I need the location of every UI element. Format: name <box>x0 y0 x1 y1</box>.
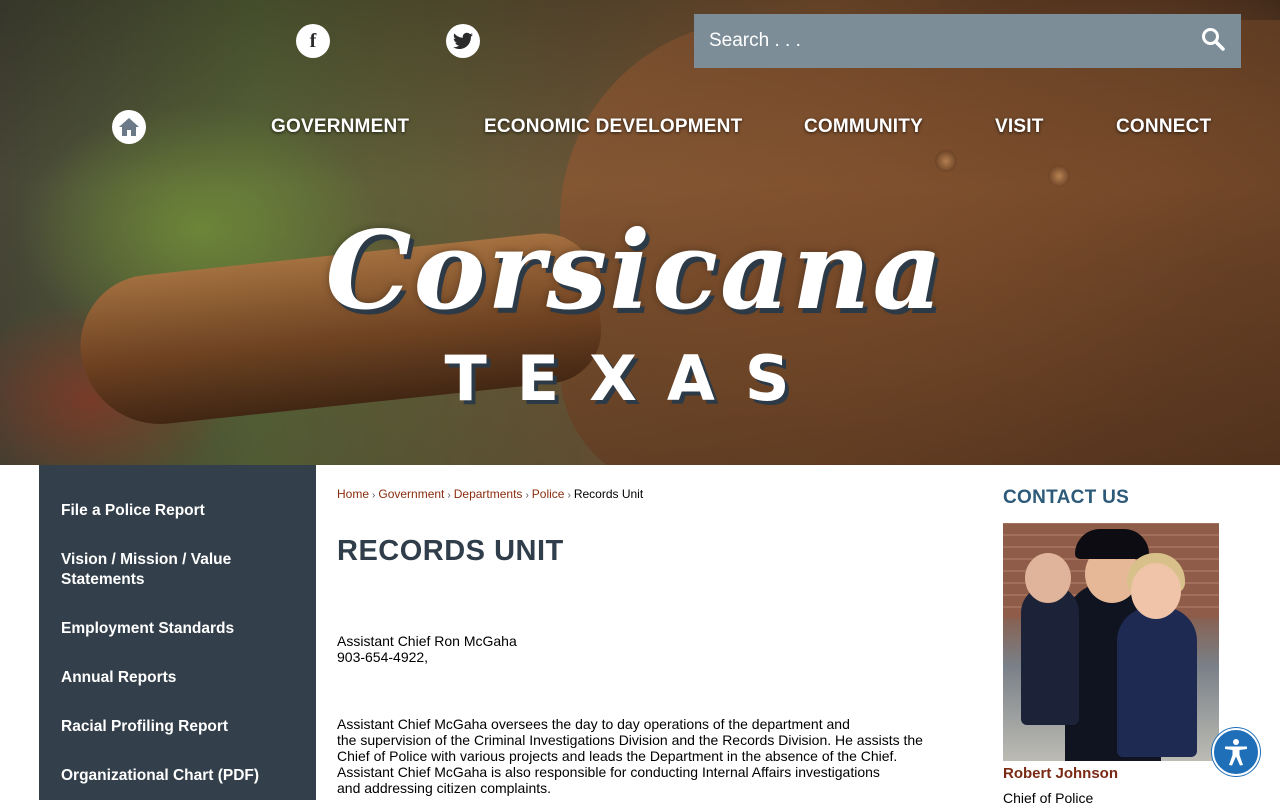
contact-role: Chief of Police <box>1003 790 1094 806</box>
breadcrumb-home[interactable]: Home <box>337 487 369 501</box>
breadcrumb-separator: › <box>567 490 571 501</box>
staff-phone: 903-654-4922, <box>337 649 429 665</box>
facebook-icon: f <box>309 29 317 52</box>
breadcrumb-departments[interactable]: Departments <box>454 487 523 501</box>
body-line: Assistant Chief McGaha oversees the day … <box>337 716 850 732</box>
accessibility-icon <box>1225 739 1247 766</box>
hero-banner: f GOVERNMENT ECONOMIC DEVELOPMENT COMMUN… <box>0 0 1280 465</box>
main-nav: GOVERNMENT ECONOMIC DEVELOPMENT COMMUNIT… <box>0 110 1280 146</box>
sidebar-item-vision-mission[interactable]: Vision / Mission / Value Statements <box>61 550 261 590</box>
sidebar-item-employment-standards[interactable]: Employment Standards <box>61 619 301 639</box>
breadcrumb-current: Records Unit <box>573 487 644 501</box>
logo-script[interactable]: Corsicana <box>0 208 1275 334</box>
breadcrumb-government[interactable]: Government <box>378 487 444 501</box>
twitter-link[interactable] <box>446 24 480 58</box>
breadcrumb-police[interactable]: Police <box>532 487 565 501</box>
nav-economic-development[interactable]: ECONOMIC DEVELOPMENT <box>484 116 742 138</box>
breadcrumb-separator: › <box>447 490 451 501</box>
body-line: Assistant Chief McGaha is also responsib… <box>337 764 880 780</box>
nav-government[interactable]: GOVERNMENT <box>271 116 409 138</box>
breadcrumb-separator: › <box>372 490 376 501</box>
sidebar-item-annual-reports[interactable]: Annual Reports <box>61 668 301 688</box>
sidebar-item-org-chart[interactable]: Organizational Chart (PDF) <box>61 766 301 786</box>
breadcrumb: Home › Government › Departments › Police › Recor… <box>337 487 643 501</box>
facebook-link[interactable]: f <box>296 24 330 58</box>
breadcrumb-separator: › <box>525 490 529 501</box>
nav-community[interactable]: COMMUNITY <box>804 116 923 138</box>
body-line: and addressing citizen complaints. <box>337 780 552 796</box>
sidebar-item-file-police-report[interactable]: File a Police Report <box>61 501 301 521</box>
search-input[interactable] <box>694 14 1184 68</box>
search-icon <box>1202 28 1225 51</box>
page-title: RECORDS UNIT <box>337 535 564 567</box>
staff-name: Assistant Chief Ron McGaha <box>337 633 517 649</box>
nav-connect[interactable]: CONNECT <box>1116 116 1211 138</box>
accessibility-button[interactable] <box>1212 728 1260 776</box>
body-line: the supervision of the Criminal Investig… <box>337 732 923 748</box>
search-button[interactable] <box>1201 27 1229 55</box>
logo-subtitle: TEXAS <box>444 342 820 415</box>
body-line: Chief of Police with various projects an… <box>337 748 898 764</box>
staff-contact: Assistant Chief Ron McGaha 903-654-4922, <box>337 633 517 665</box>
twitter-icon <box>453 32 473 49</box>
home-link[interactable] <box>112 110 146 144</box>
search-bar <box>694 14 1241 68</box>
nav-visit[interactable]: VISIT <box>995 116 1044 138</box>
home-icon <box>119 118 139 136</box>
body-text: Assistant Chief McGaha oversees the day … <box>337 716 947 796</box>
chief-photo <box>1003 523 1219 761</box>
sidebar: File a Police Report Vision / Mission / … <box>39 465 316 800</box>
sidebar-item-racial-profiling[interactable]: Racial Profiling Report <box>61 717 301 737</box>
contact-us-heading: CONTACT US <box>1003 487 1130 508</box>
contact-name: Robert Johnson <box>1003 765 1118 782</box>
